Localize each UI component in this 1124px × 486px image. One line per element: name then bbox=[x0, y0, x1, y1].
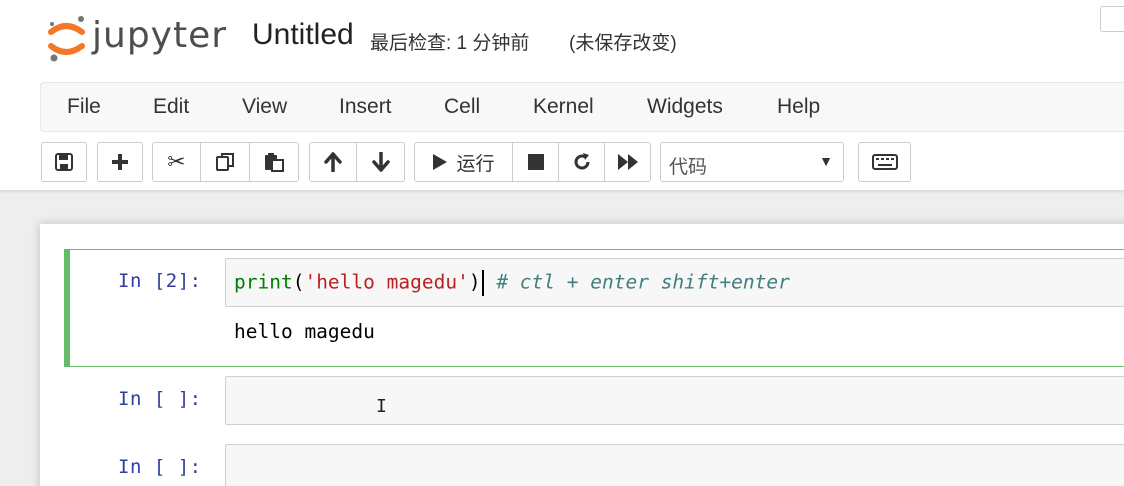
code-input-area[interactable] bbox=[225, 444, 1124, 486]
menu-kernel[interactable]: Kernel bbox=[533, 95, 594, 119]
interrupt-button[interactable] bbox=[513, 142, 559, 182]
header-shadow bbox=[0, 190, 1124, 194]
keyboard-icon bbox=[871, 154, 898, 170]
save-icon bbox=[55, 153, 73, 171]
jupyter-logo[interactable]: jupyter bbox=[46, 14, 236, 64]
input-prompt: In [2]: bbox=[118, 270, 202, 292]
menu-cell[interactable]: Cell bbox=[444, 95, 480, 119]
menu-edit[interactable]: Edit bbox=[153, 95, 189, 119]
run-button[interactable]: 运行 bbox=[414, 142, 513, 182]
logo-text: jupyter bbox=[92, 15, 228, 56]
paste-icon bbox=[265, 153, 284, 172]
move-group bbox=[309, 142, 405, 182]
code-line: print('hello magedu') # ctl + enter shif… bbox=[234, 270, 790, 296]
stop-icon bbox=[527, 154, 544, 170]
menu-view[interactable]: View bbox=[242, 95, 287, 119]
menu-file[interactable]: File bbox=[67, 95, 101, 119]
code-string: 'hello magedu' bbox=[304, 270, 469, 294]
code-close-paren: ) bbox=[468, 270, 481, 294]
cell-type-select[interactable]: 代码 ▼ bbox=[660, 142, 844, 182]
restart-button[interactable] bbox=[559, 142, 605, 182]
move-up-button[interactable] bbox=[309, 142, 357, 182]
save-button[interactable] bbox=[41, 142, 87, 182]
menubar: File Edit View Insert Cell Kernel Widget… bbox=[40, 82, 1124, 132]
ibeam-cursor-icon: I bbox=[376, 396, 387, 417]
save-group bbox=[41, 142, 87, 182]
arrow-down-icon bbox=[371, 152, 390, 172]
code-input-area[interactable]: print('hello magedu') # ctl + enter shif… bbox=[225, 258, 1124, 307]
paste-button[interactable] bbox=[250, 142, 299, 182]
command-palette-group bbox=[858, 142, 911, 182]
move-down-button[interactable] bbox=[357, 142, 405, 182]
clipboard-group: ✂ bbox=[152, 142, 299, 182]
cell-type-value: 代码 bbox=[669, 157, 708, 178]
jupyter-logo-icon bbox=[48, 16, 85, 62]
fast-forward-icon bbox=[617, 154, 638, 170]
code-open-paren: ( bbox=[292, 270, 305, 294]
text-cursor bbox=[481, 270, 484, 296]
menu-widgets[interactable]: Widgets bbox=[647, 95, 723, 119]
run-label: 运行 bbox=[456, 153, 495, 175]
code-comment: # ctl + enter shift+enter bbox=[496, 270, 790, 294]
insert-cell-button[interactable] bbox=[97, 142, 143, 182]
cut-button[interactable]: ✂ bbox=[152, 142, 201, 182]
menu-help[interactable]: Help bbox=[777, 95, 820, 119]
input-prompt: In [ ]: bbox=[118, 388, 202, 410]
run-group: 运行 bbox=[414, 142, 651, 182]
command-palette-button[interactable] bbox=[858, 142, 911, 182]
checkpoint-status: 最后检查: 1 分钟前 bbox=[370, 33, 530, 54]
plus-icon bbox=[112, 154, 128, 170]
menu-insert[interactable]: Insert bbox=[339, 95, 392, 119]
header: jupyter Untitled 最后检查: 1 分钟前 (未保存改变) bbox=[0, 0, 1124, 80]
restart-run-all-button[interactable] bbox=[605, 142, 651, 182]
code-builtin: print bbox=[234, 270, 293, 294]
copy-icon bbox=[216, 153, 234, 171]
logout-button-edge[interactable] bbox=[1100, 6, 1124, 32]
play-icon bbox=[433, 154, 448, 170]
cell-output: hello magedu bbox=[234, 320, 375, 343]
autosave-status: (未保存改变) bbox=[569, 33, 677, 54]
insert-group bbox=[97, 142, 143, 182]
scissors-icon: ✂ bbox=[167, 149, 186, 174]
chevron-down-icon: ▼ bbox=[819, 153, 833, 169]
code-input-area[interactable] bbox=[225, 376, 1124, 425]
notebook-name[interactable]: Untitled bbox=[252, 18, 354, 52]
arrow-up-icon bbox=[324, 152, 342, 172]
input-prompt: In [ ]: bbox=[118, 456, 202, 478]
restart-icon bbox=[574, 153, 589, 170]
copy-button[interactable] bbox=[201, 142, 250, 182]
